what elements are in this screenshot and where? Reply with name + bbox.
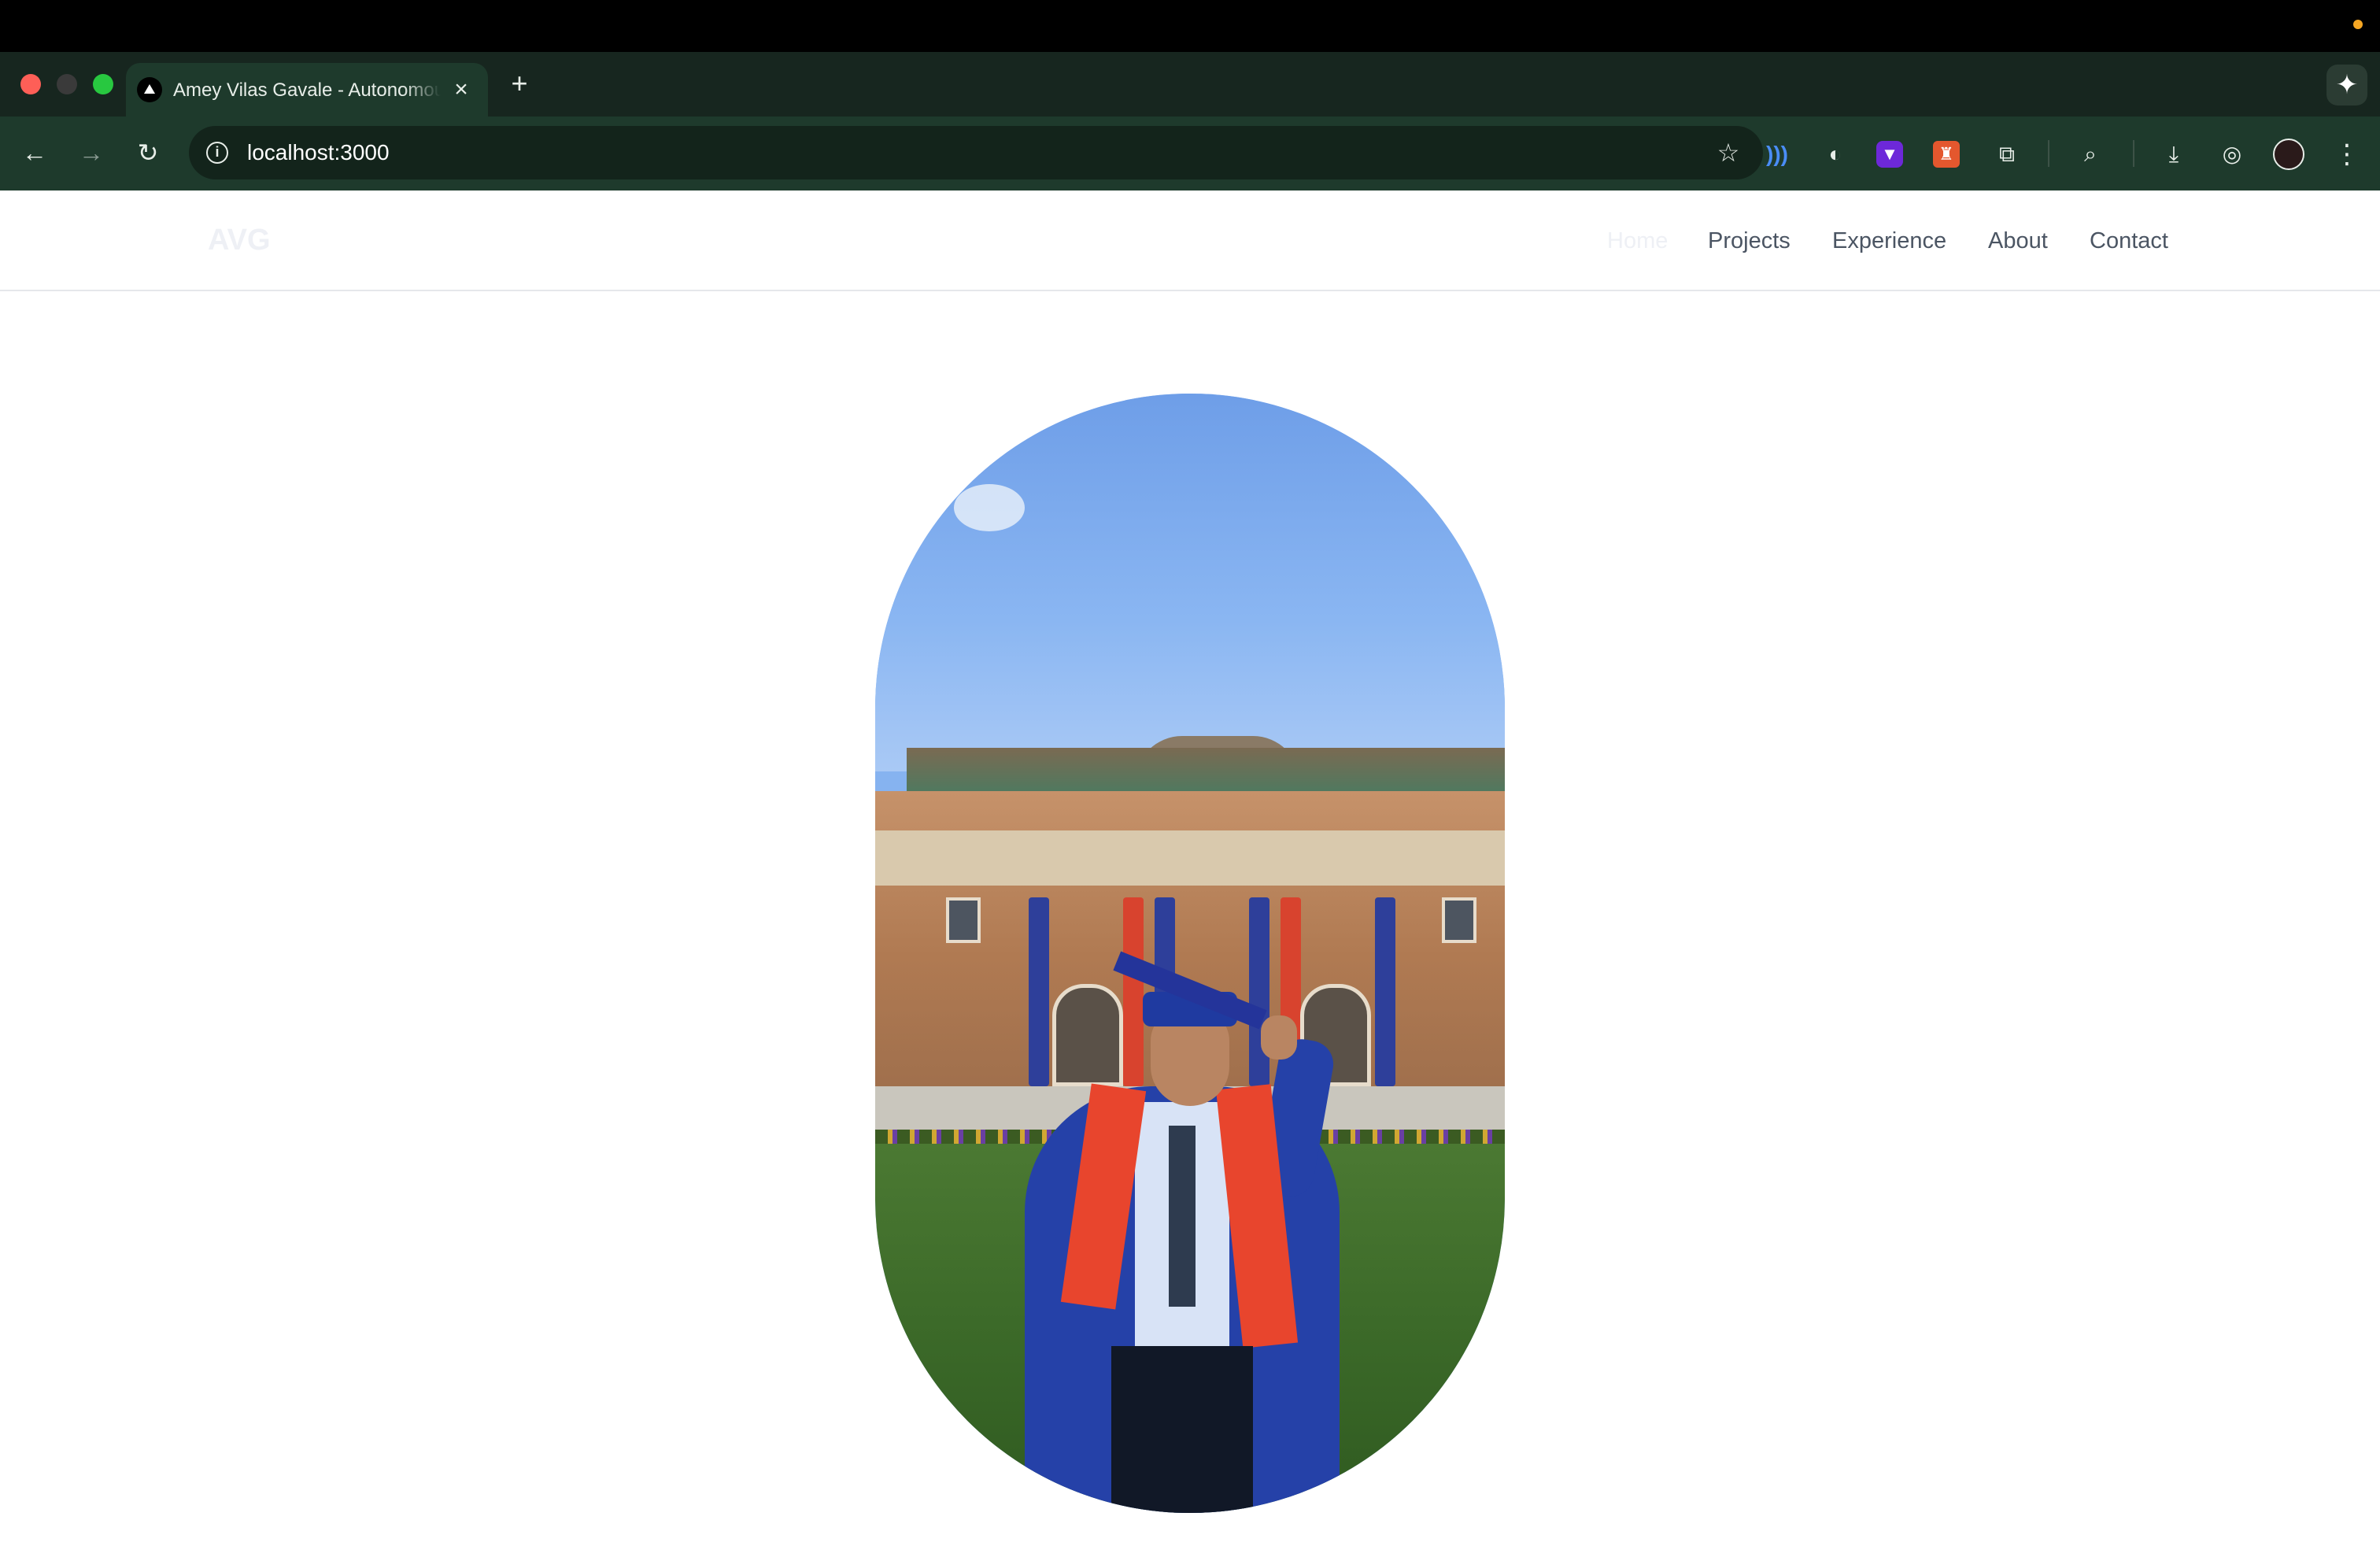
tab-search-icon[interactable]: ⌕: [2075, 139, 2106, 170]
extension-castle-icon[interactable]: ♜: [1933, 141, 1960, 168]
minimize-window-button[interactable]: [57, 74, 77, 94]
recording-indicator: [2353, 20, 2363, 29]
photo-roof: [907, 748, 1505, 795]
photo-column: [1123, 897, 1144, 1086]
extension-audio-icon[interactable]: ))): [1761, 139, 1793, 170]
gemini-sparkle-icon[interactable]: ✦: [2326, 65, 2367, 105]
photo-tie: [1169, 1126, 1196, 1307]
browser-tab-active[interactable]: Amey Vilas Gavale - Autonomous ×: [126, 63, 488, 117]
nav-link-home[interactable]: Home: [1607, 225, 1668, 257]
tab-title: Amey Vilas Gavale - Autonomous: [173, 80, 441, 101]
photo-column: [1375, 897, 1395, 1086]
site-header: AVG Home Projects Experience About Conta…: [0, 190, 2380, 291]
tab-close-icon[interactable]: ×: [447, 76, 475, 104]
site-info-icon[interactable]: i: [206, 142, 228, 164]
new-tab-button[interactable]: +: [504, 68, 535, 99]
photo-pants: [1111, 1346, 1253, 1513]
photo-hand: [1261, 1015, 1297, 1060]
toolbar-divider: [2133, 140, 2134, 167]
photo-column: [1249, 897, 1269, 1086]
maximize-window-button[interactable]: [93, 74, 113, 94]
site-logo[interactable]: AVG: [208, 222, 271, 258]
photo-window: [1442, 897, 1476, 943]
nav-link-about[interactable]: About: [1988, 225, 2048, 257]
nav-link-contact[interactable]: Contact: [2090, 225, 2168, 257]
close-window-button[interactable]: [20, 74, 41, 94]
reload-icon[interactable]: ↻: [131, 135, 165, 170]
bookmark-star-icon[interactable]: ☆: [1713, 137, 1744, 168]
profile-avatar[interactable]: [2273, 139, 2304, 170]
hero-portrait-image: [875, 394, 1505, 1513]
browser-menu-icon[interactable]: ⋮: [2331, 139, 2363, 170]
extension-globe-icon[interactable]: ◐: [1820, 139, 1851, 170]
url-text[interactable]: localhost:3000: [247, 139, 390, 167]
extension-shield-icon[interactable]: ▼: [1876, 141, 1903, 168]
photo-column: [1029, 897, 1049, 1086]
system-menubar: [0, 0, 2380, 52]
toolbar-divider: [2048, 140, 2049, 167]
performance-leaf-icon[interactable]: ◎: [2216, 139, 2248, 170]
download-icon[interactable]: ⤓: [2158, 139, 2190, 170]
nav-link-experience[interactable]: Experience: [1832, 225, 1946, 257]
site-favicon-icon: [137, 77, 162, 102]
photo-arch: [1052, 984, 1123, 1086]
extensions-puzzle-icon[interactable]: ⧉: [1991, 139, 2023, 170]
photo-sky: [875, 394, 1505, 771]
photo-window: [946, 897, 981, 943]
photo-cloud: [954, 484, 1025, 531]
nav-link-projects[interactable]: Projects: [1708, 225, 1791, 257]
address-bar[interactable]: i localhost:3000 ☆: [189, 126, 1763, 179]
forward-arrow-icon[interactable]: →: [74, 135, 109, 170]
photo-cornice: [875, 830, 1505, 886]
back-arrow-icon[interactable]: ←: [17, 135, 52, 170]
